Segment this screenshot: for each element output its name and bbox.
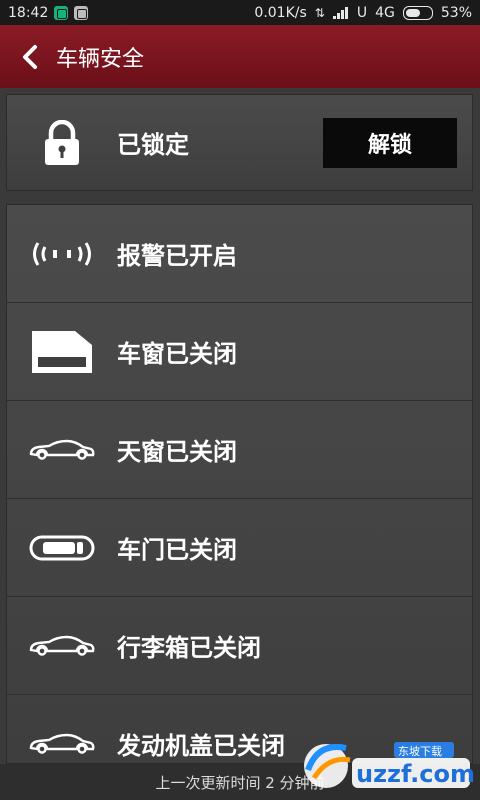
item-label: 报警已开启 bbox=[117, 242, 237, 270]
signal-icon bbox=[332, 6, 349, 19]
car-door-icon bbox=[29, 535, 95, 560]
status-bar: 18:42 0.01K/s ⇅ U 4G 53% bbox=[0, 0, 480, 25]
list-item-door: 车门已关闭 bbox=[7, 499, 472, 597]
lock-icon bbox=[45, 119, 79, 165]
list-item-alarm: 报警已开启 bbox=[7, 205, 472, 303]
car-window-icon bbox=[32, 330, 92, 373]
page-title: 车辆安全 bbox=[56, 46, 145, 72]
notification-app-icon bbox=[74, 5, 89, 20]
item-label: 行李箱已关闭 bbox=[117, 634, 261, 662]
chevron-left-icon bbox=[23, 44, 37, 69]
svg-text:uzzf.com: uzzf.com bbox=[356, 760, 474, 788]
item-label: 车窗已关闭 bbox=[117, 340, 237, 368]
status-list: 报警已开启 车窗已关闭 天窗已关闭 车门已关闭 行李箱已关闭 发动机盖已关闭 bbox=[6, 204, 473, 764]
car-icon bbox=[29, 733, 95, 754]
list-item-trunk: 行李箱已关闭 bbox=[7, 597, 472, 695]
sunroof-icon-wrap bbox=[7, 439, 117, 461]
shield-app-icon bbox=[54, 5, 69, 20]
battery-icon bbox=[402, 5, 433, 20]
item-label: 车门已关闭 bbox=[117, 536, 237, 564]
door-icon-wrap bbox=[7, 535, 117, 561]
network-type: 4G bbox=[375, 4, 395, 21]
back-button[interactable] bbox=[8, 35, 52, 79]
lock-status: 已锁定 bbox=[117, 131, 189, 159]
list-item-window: 车窗已关闭 bbox=[7, 303, 472, 401]
network-speed: 0.01K/s bbox=[254, 4, 307, 21]
uzzf-logo-icon: uzzf.com 东坡下载 bbox=[304, 742, 475, 788]
svg-text:东坡下载: 东坡下载 bbox=[398, 745, 442, 758]
carrier-label: U bbox=[356, 4, 368, 21]
item-label: 发动机盖已关闭 bbox=[117, 732, 285, 760]
unlock-button[interactable]: 解锁 bbox=[323, 118, 457, 168]
car-icon bbox=[29, 439, 95, 460]
hood-icon-wrap bbox=[7, 733, 117, 755]
battery-percent: 53% bbox=[440, 4, 472, 21]
alarm-icon bbox=[33, 241, 91, 266]
watermark-logo: uzzf.com 东坡下载 bbox=[294, 730, 475, 794]
lock-card: 已锁定 解锁 bbox=[6, 94, 473, 191]
status-time: 18:42 bbox=[8, 4, 49, 21]
car-icon bbox=[29, 635, 95, 656]
window-icon-wrap bbox=[7, 328, 117, 376]
alarm-icon-wrap bbox=[7, 239, 117, 269]
list-item-sunroof: 天窗已关闭 bbox=[7, 401, 472, 499]
status-left: 18:42 bbox=[0, 4, 89, 21]
item-label: 天窗已关闭 bbox=[117, 438, 237, 466]
trunk-icon-wrap bbox=[7, 635, 117, 657]
app-header: 车辆安全 bbox=[0, 25, 480, 88]
lock-icon-wrap bbox=[7, 119, 117, 166]
status-right: 0.01K/s ⇅ U 4G 53% bbox=[254, 5, 480, 21]
data-transfer-icon: ⇅ bbox=[314, 5, 325, 20]
